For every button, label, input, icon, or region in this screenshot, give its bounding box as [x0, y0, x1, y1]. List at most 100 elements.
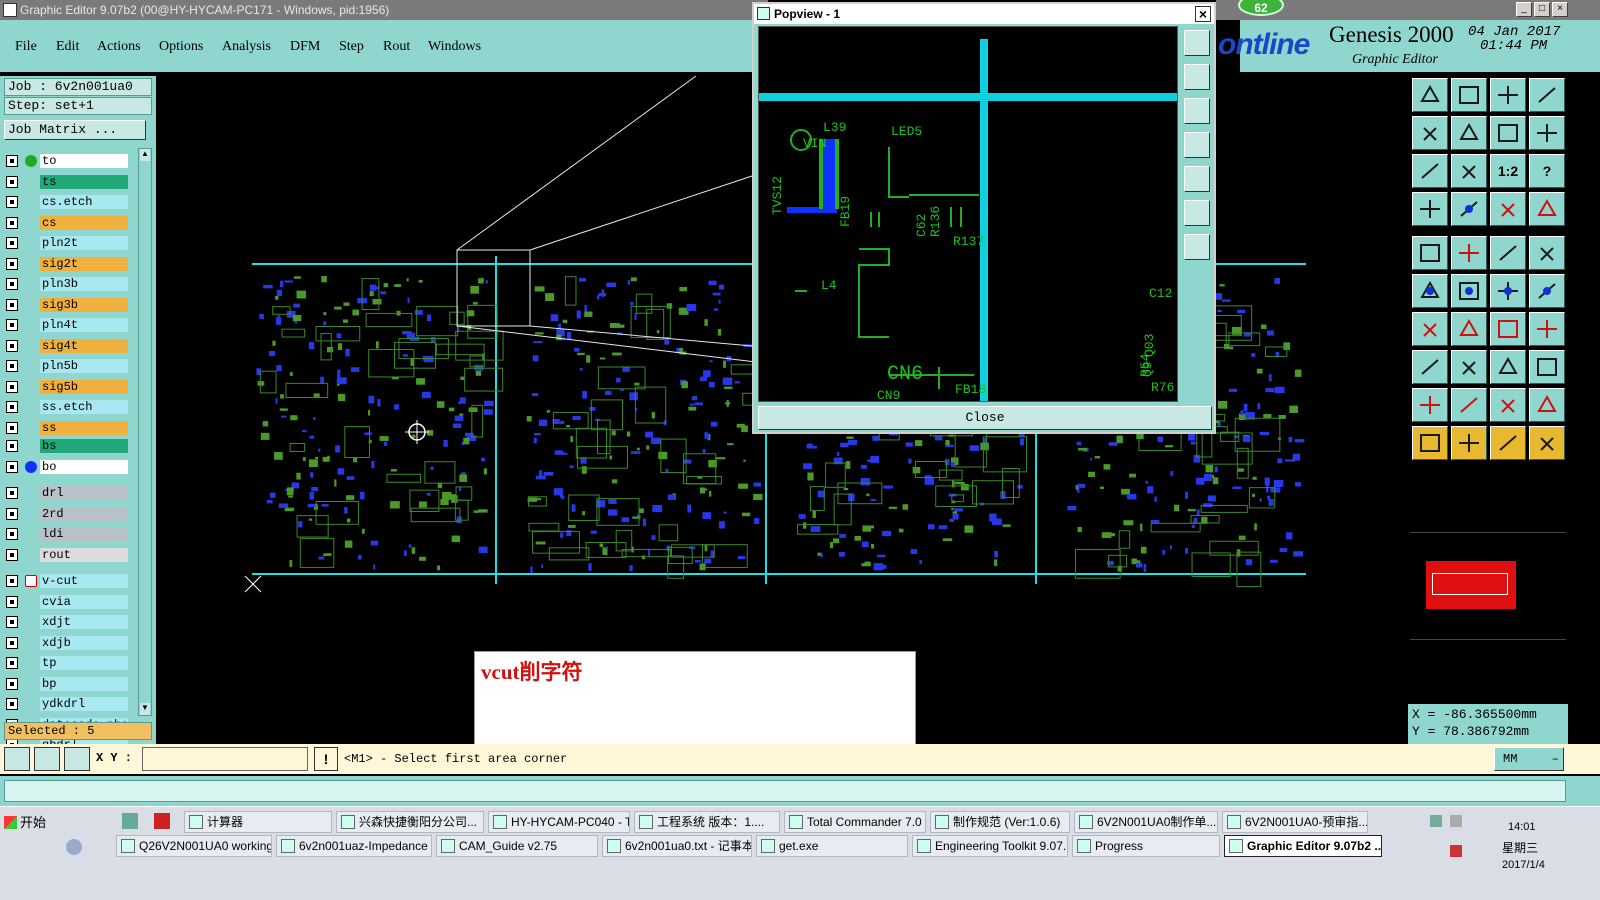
minimize-button[interactable]: _ — [1516, 2, 1532, 17]
popview-close-icon[interactable]: × — [1195, 6, 1211, 22]
measure-icon[interactable] — [1490, 350, 1526, 384]
connect-icon[interactable] — [1490, 274, 1526, 308]
taskbar-item[interactable]: Total Commander 7.0 ... — [784, 811, 926, 833]
layer-checkbox[interactable] — [6, 339, 18, 352]
layer-row-ldi[interactable]: ldi — [6, 527, 128, 541]
triangle-4-icon[interactable] — [1529, 388, 1565, 422]
layer-row-sig4t[interactable]: sig4t — [6, 338, 128, 353]
dot-icon[interactable] — [1529, 236, 1565, 270]
layer-checkbox[interactable] — [6, 507, 18, 520]
layer-checkbox[interactable] — [6, 278, 18, 290]
fit-icon[interactable] — [1412, 154, 1448, 188]
layer-row-cs.etch[interactable]: cs.etch — [6, 195, 128, 209]
layer-checkbox[interactable] — [6, 319, 18, 331]
layer-row-ss.etch[interactable]: ss.etch — [6, 400, 128, 414]
measure-icon[interactable] — [34, 747, 60, 771]
scroll-down-arrow-icon[interactable]: ▼ — [140, 703, 150, 715]
layer-row-ss[interactable]: ss — [6, 420, 128, 435]
layer-checkbox[interactable] — [6, 677, 18, 690]
tray-icon[interactable] — [1430, 815, 1442, 827]
layer-row-rout[interactable]: rout — [6, 547, 128, 562]
mirror-icon[interactable] — [1490, 116, 1526, 150]
line-icon[interactable] — [1451, 350, 1487, 384]
taskbar-item[interactable]: 6v2n001ua0.txt - 记事本 — [602, 835, 752, 857]
zoom-home-icon[interactable] — [1412, 78, 1448, 112]
menu-actions[interactable]: Actions — [97, 39, 141, 55]
layer-checkbox[interactable] — [6, 548, 18, 561]
info-button[interactable]: ! — [314, 747, 338, 771]
layer-row-pln3b[interactable]: pln3b — [6, 277, 128, 291]
popview-fit-icon[interactable] — [1184, 200, 1210, 226]
popview-zoom-view[interactable]: VIN LED5 TVS12 FB19 C62 R136 R137 L4 C12 CN6 CN9 FB… — [758, 26, 1178, 403]
overview-minimap[interactable] — [1410, 532, 1566, 640]
job-matrix-button[interactable]: Job Matrix ... — [4, 120, 146, 140]
taskbar-item[interactable]: 6v2n001uaz-Impedance ... — [276, 835, 432, 857]
menu-options[interactable]: Options — [159, 39, 203, 55]
taskbar-item[interactable]: CAM_Guide v2.75 — [436, 835, 598, 857]
layer-row-to[interactable]: to — [6, 154, 128, 168]
minimap-viewport[interactable] — [1432, 573, 1508, 595]
pad-icon[interactable] — [1451, 192, 1487, 226]
layer-row-xdjb[interactable]: xdjb — [6, 635, 128, 650]
layer-row-tp[interactable]: tp — [6, 656, 128, 670]
pointer-2-icon[interactable] — [1451, 426, 1487, 460]
menu-dfm[interactable]: DFM — [290, 39, 320, 55]
pan-left-icon[interactable] — [1412, 116, 1448, 150]
layer-row-pln4t[interactable]: pln4t — [6, 318, 128, 332]
taskbar-item[interactable]: Graphic Editor 9.07b2 ... — [1224, 835, 1382, 857]
layer-checkbox[interactable] — [6, 421, 18, 434]
taskbar-item[interactable]: 6V2N001UA0-预审指... — [1222, 811, 1368, 833]
layer-checkbox[interactable] — [6, 155, 18, 167]
drill-2-icon[interactable] — [1529, 192, 1565, 226]
home-view-icon[interactable] — [1490, 78, 1526, 112]
layer-row-xdjt[interactable]: xdjt — [6, 615, 128, 629]
triangle-2-icon[interactable] — [1451, 388, 1487, 422]
pointer-4-icon[interactable] — [1529, 426, 1565, 460]
cross-icon[interactable] — [1451, 274, 1487, 308]
help-icon[interactable]: ? — [1529, 154, 1565, 188]
zoom-out-icon[interactable] — [1451, 78, 1487, 112]
close-window-button[interactable]: × — [1552, 2, 1568, 17]
layer-checkbox[interactable] — [6, 237, 18, 249]
layer-row-drl[interactable]: drl — [6, 486, 128, 500]
layer-row-ts[interactable]: ts — [6, 174, 128, 189]
layer-checkbox[interactable] — [6, 528, 18, 540]
taskbar-item[interactable]: 工程系统 版本：1.... — [634, 811, 780, 833]
menu-analysis[interactable]: Analysis — [222, 39, 271, 55]
layer-checkbox[interactable] — [6, 616, 18, 628]
layer-checkbox[interactable] — [6, 175, 18, 188]
taskbar-item[interactable]: get.exe — [756, 835, 908, 857]
taskbar-item[interactable]: HY-HYCAM-PC040 - T... — [488, 811, 630, 833]
menu-rout[interactable]: Rout — [383, 39, 410, 55]
popview-center-icon[interactable] — [1184, 234, 1210, 260]
layer-checkbox[interactable] — [6, 487, 18, 499]
layer-checkbox[interactable] — [6, 216, 18, 229]
scroll-up-arrow-icon[interactable]: ▲ — [140, 149, 150, 161]
layer-row-cs[interactable]: cs — [6, 215, 128, 230]
tray-app-icon[interactable] — [1450, 845, 1462, 857]
layer-row-v-cut[interactable]: v-cut — [6, 574, 128, 588]
net-icon[interactable] — [1412, 274, 1448, 308]
layer-checkbox[interactable] — [6, 657, 18, 669]
quicklaunch-icon[interactable] — [66, 839, 82, 855]
popview-close-button[interactable]: Close — [758, 406, 1212, 430]
menu-step[interactable]: Step — [339, 39, 364, 55]
layer-row-sig5b[interactable]: sig5b — [6, 379, 128, 394]
triangle-icon[interactable] — [1412, 388, 1448, 422]
units-selector[interactable]: MM – — [1494, 747, 1564, 771]
layer-checkbox[interactable] — [6, 575, 18, 587]
add-pad-icon[interactable] — [1412, 350, 1448, 384]
layer-row-pln2t[interactable]: pln2t — [6, 236, 128, 250]
popview-zoom-in-icon[interactable] — [1184, 30, 1210, 56]
drill-icon[interactable] — [1490, 192, 1526, 226]
layer-checkbox[interactable] — [6, 460, 18, 473]
layer-row-bp[interactable]: bp — [6, 676, 128, 691]
layer-checkbox[interactable] — [6, 360, 18, 372]
menu-windows[interactable]: Windows — [428, 39, 481, 55]
taskbar-item[interactable]: 计算器 — [184, 811, 332, 833]
layer-checkbox[interactable] — [6, 401, 18, 413]
scale-1-2-icon[interactable]: 1:2 — [1490, 154, 1526, 188]
grid-icon[interactable] — [64, 747, 90, 771]
center-icon[interactable] — [1451, 154, 1487, 188]
taskbar-item[interactable]: 制作规范 (Ver:1.0.6) — [930, 811, 1070, 833]
